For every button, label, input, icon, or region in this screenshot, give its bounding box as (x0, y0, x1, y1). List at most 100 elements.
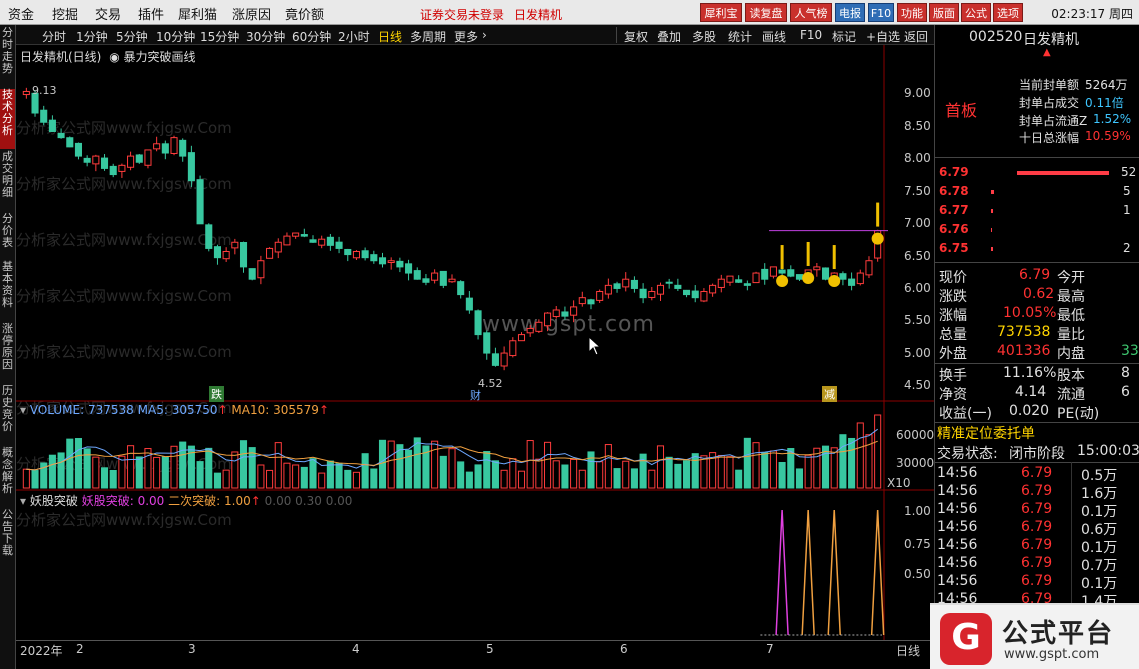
overlay-button[interactable]: 叠加 (657, 28, 681, 45)
volume-bar (300, 466, 308, 489)
draw-line-button[interactable]: 画线 (762, 28, 786, 45)
candle-body (787, 269, 795, 277)
candle-body (40, 109, 48, 123)
divider (935, 363, 1139, 364)
precise-order-title[interactable]: 精准定位委托单 (937, 423, 1035, 443)
period-10min[interactable]: 10分钟 (156, 28, 195, 45)
menu-xilimao[interactable]: 犀利猫 (178, 4, 217, 23)
collapse-icon[interactable]: ▾ (20, 403, 26, 417)
period-60min[interactable]: 60分钟 (292, 28, 331, 45)
period-timeshare[interactable]: 分时 (42, 28, 66, 45)
tab-basic-info[interactable]: 基本资料 (0, 261, 15, 321)
menu-auction[interactable]: 竟价额 (285, 4, 324, 23)
period-multi[interactable]: 多周期 (410, 28, 446, 45)
quote-value: 11.16% (1003, 365, 1057, 381)
period-30min[interactable]: 30分钟 (246, 28, 285, 45)
tab-deals[interactable]: 成交明细 (0, 151, 15, 211)
menu-limit-reason[interactable]: 涨原因 (232, 4, 271, 23)
chevron-up-icon[interactable]: ▲ (1043, 47, 1051, 58)
volume-bar (318, 472, 326, 489)
depth-bar (991, 209, 993, 213)
tab-timeshare[interactable]: 分时走势 (0, 27, 15, 87)
volume-bar (474, 464, 482, 489)
volume-bar (839, 434, 847, 489)
stat-value: 5264万 (1085, 78, 1128, 92)
collapse-icon[interactable]: ▾ (20, 494, 26, 508)
volume-bar (700, 455, 708, 489)
quote-label: 换手 (939, 368, 967, 384)
tab-announcements[interactable]: 公告下载 (0, 509, 15, 569)
tick-volume: 0.7万 (1081, 558, 1118, 574)
quote-label: 股本 (1057, 368, 1085, 384)
menu-funds[interactable]: 资金 (8, 4, 34, 23)
candle-body (239, 242, 248, 268)
menu-plugins[interactable]: 插件 (138, 4, 164, 23)
function-button[interactable]: 功能 (897, 3, 927, 22)
candle-body (153, 143, 161, 150)
candle-body (856, 272, 864, 285)
period-5min[interactable]: 5分钟 (116, 28, 148, 45)
options-button[interactable]: 选项 (993, 3, 1023, 22)
indicator-tick: 0.75 (904, 537, 931, 551)
tab-concepts[interactable]: 概念解析 (0, 447, 15, 507)
candle-body (118, 164, 126, 172)
candle-body (457, 281, 465, 296)
quote-label: 最高 (1057, 289, 1085, 305)
review-button[interactable]: 读复盘 (745, 3, 787, 22)
tick-price: 6.79 (1021, 465, 1053, 481)
candle-body (561, 311, 569, 317)
add-watchlist-button[interactable]: +自选 (866, 28, 900, 45)
indicator-l1-label: 妖股突破 (81, 494, 130, 508)
price-tick: 7.50 (904, 184, 931, 198)
candle-body (361, 250, 369, 259)
candle-body (761, 268, 769, 280)
period-2hour[interactable]: 2小时 (338, 28, 370, 45)
candle-body (778, 269, 786, 274)
quote-value: 6.79 (1019, 267, 1051, 283)
tab-limit-reason[interactable]: 涨停原因 (0, 323, 15, 383)
indicator-spike (801, 509, 815, 636)
stats-button[interactable]: 统计 (728, 28, 752, 45)
menu-mining[interactable]: 挖掘 (52, 4, 78, 23)
period-more[interactable]: 更多 (454, 28, 478, 45)
formula-button[interactable]: 公式 (961, 3, 991, 22)
volume-tick: 30000 (896, 456, 935, 470)
candle-body (769, 266, 777, 277)
candle-body (48, 119, 56, 132)
telegram-button[interactable]: 电报 (835, 3, 865, 22)
volume-bar (674, 463, 682, 489)
multi-stock-button[interactable]: 多股 (692, 28, 716, 45)
volume-bar (665, 456, 673, 489)
f10-top-button[interactable]: F10 (868, 3, 894, 22)
volume-bar (552, 460, 560, 489)
menu-trade[interactable]: 交易 (95, 4, 121, 23)
layout-button[interactable]: 版面 (929, 3, 959, 22)
period-15min[interactable]: 15分钟 (200, 28, 239, 45)
tab-price-table[interactable]: 分价表 (0, 213, 15, 259)
low-price-label: 4.52 (478, 377, 503, 390)
volume-bar (74, 438, 83, 489)
xilibao-button[interactable]: 犀利宝 (700, 3, 742, 22)
x-label: 4 (352, 642, 360, 656)
ma5-value: 305750 (171, 403, 218, 417)
candle-body (257, 260, 265, 279)
back-button[interactable]: 返回 (904, 28, 928, 45)
candle-body (266, 247, 274, 259)
kline-chart[interactable] (16, 45, 934, 640)
breakout-marker (776, 275, 789, 288)
period-1min[interactable]: 1分钟 (76, 28, 108, 45)
popularity-button[interactable]: 人气榜 (790, 3, 832, 22)
adjust-button[interactable]: 复权 (624, 28, 648, 45)
ma10-value: 305579 (273, 403, 319, 417)
f10-button[interactable]: F10 (800, 28, 822, 42)
mark-button[interactable]: 标记 (832, 28, 856, 45)
volume-bar (135, 456, 143, 489)
period-daily[interactable]: 日线 (378, 28, 402, 45)
tab-history-auction[interactable]: 历史竞价 (0, 385, 15, 445)
tab-technical[interactable]: 技术分析 (0, 89, 15, 149)
candle-body (674, 284, 682, 289)
volume-bar (205, 447, 213, 489)
chevron-right-icon[interactable]: › (482, 28, 487, 42)
candle-body (187, 152, 195, 182)
candle-body (795, 274, 804, 280)
